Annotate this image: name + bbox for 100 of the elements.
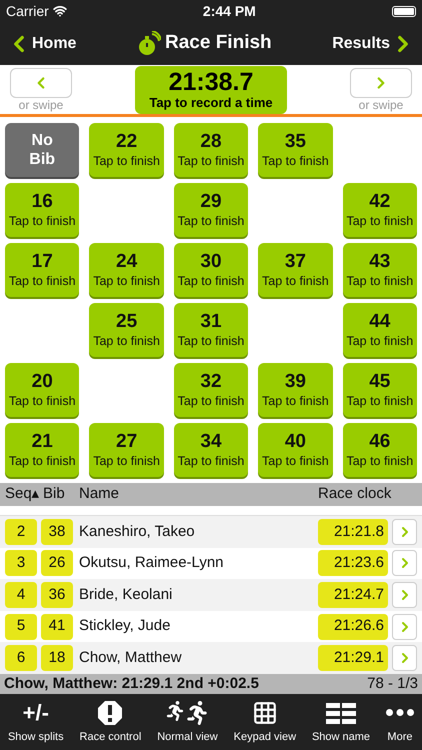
plus-minus-icon: +/-: [22, 700, 49, 726]
tap-hint: Tap to finish: [93, 153, 160, 169]
bib-tile[interactable]: 16 Tap to finish: [5, 183, 80, 237]
battery-icon: [392, 6, 416, 16]
tap-hint: Tap to finish: [8, 453, 76, 469]
column-header[interactable]: Seq▴: [0, 483, 37, 506]
bib-number: 21: [32, 431, 53, 453]
detail-button[interactable]: [392, 582, 417, 608]
stopwatch-icon: [137, 30, 161, 56]
bib-tile[interactable]: 17 Tap to finish: [5, 243, 80, 297]
clock-cell: 21:24.7: [318, 582, 388, 608]
seq-cell: 4: [5, 582, 37, 608]
tap-hint: Tap to finish: [93, 333, 160, 349]
result-count: 78 - 1/3: [367, 674, 418, 694]
name-cell-text: Chow, Matthew: [78, 648, 183, 668]
selected-result: Chow, Matthew: 21:29.1 2nd +0:02.5: [4, 674, 259, 694]
tap-hint: Tap to finish: [178, 153, 244, 169]
detail-button[interactable]: [392, 614, 417, 640]
alert-icon: [97, 700, 124, 726]
screen-title: Race Finish: [165, 31, 272, 56]
tap-hint: Tap to finish: [262, 153, 329, 169]
name-cell-text: Okutsu, Raimee-Lynn: [78, 553, 225, 574]
clock-cell: 21:29.1: [318, 645, 388, 672]
bib-tile[interactable]: 43 Tap to finish: [342, 243, 417, 297]
name-cell-text: Kaneshiro, Takeo: [78, 522, 196, 542]
clock-cell: 21:21.8: [318, 518, 388, 545]
bib-number: 34: [200, 431, 222, 453]
seq-cell: 6: [5, 645, 37, 672]
bib-tile[interactable]: 39 Tap to finish: [258, 363, 333, 417]
swipe-hint: or swipe: [18, 98, 64, 112]
toolbar-button[interactable]: Show name: [312, 698, 370, 746]
bib-tile[interactable]: 32 Tap to finish: [174, 363, 248, 417]
tap-hint: Tap to finish: [178, 333, 244, 349]
bib-number: 27: [116, 431, 138, 453]
bib-cell: 38: [41, 518, 73, 545]
bib-number: 24: [116, 251, 138, 273]
results-button[interactable]: Results: [332, 30, 416, 56]
tap-hint: Tap to finish: [93, 273, 160, 289]
column-header: Bib: [42, 484, 66, 504]
bib-tile[interactable]: 34 Tap to finish: [174, 423, 248, 477]
bib-tile[interactable]: 40 Tap to finish: [258, 423, 333, 477]
clock-cell: 21:26.6: [318, 614, 388, 640]
bib-tile[interactable]: 28 Tap to finish: [174, 123, 248, 177]
bib-number: 29: [200, 191, 222, 213]
tap-hint: Tap to finish: [346, 333, 414, 349]
toolbar-button[interactable]: Keypad view: [234, 698, 296, 746]
tap-hint: Tap to finish: [346, 213, 414, 229]
bib-cell: 18: [41, 645, 73, 672]
bib-number: 45: [369, 371, 390, 393]
tap-hint: Tap to finish: [262, 273, 329, 289]
bib-number: 22: [116, 131, 138, 153]
bib-tile[interactable]: 24 Tap to finish: [89, 243, 164, 297]
bib-cell: 26: [41, 550, 73, 576]
keypad-icon: [252, 700, 278, 726]
toolbar-button[interactable]: Race control: [80, 698, 142, 746]
tap-hint: Tap to finish: [178, 273, 244, 289]
bib-tile[interactable]: 42 Tap to finish: [342, 183, 417, 237]
bib-number: 28: [200, 131, 222, 153]
detail-button[interactable]: [392, 518, 417, 545]
bib-tile[interactable]: 35 Tap to finish: [258, 123, 333, 177]
toolbar-button[interactable]: +/- Show splits: [8, 698, 64, 746]
next-button[interactable]: [350, 68, 412, 98]
tap-hint: Tap to finish: [8, 213, 76, 229]
list-icon: [326, 702, 356, 724]
column-header: Race clock: [318, 484, 392, 504]
bib-cell: 36: [41, 582, 73, 608]
seq-cell: 3: [5, 550, 37, 576]
record-hint: Tap to record a time: [149, 94, 273, 110]
bib-tile[interactable]: 29 Tap to finish: [174, 183, 248, 237]
home-button[interactable]: Home: [6, 30, 76, 56]
bib-number: 40: [284, 431, 306, 453]
bib-tile[interactable]: 30 Tap to finish: [174, 243, 248, 297]
swipe-hint: or swipe: [358, 98, 404, 112]
bib-cell: 41: [41, 614, 73, 640]
bib-tile[interactable]: 25 Tap to finish: [89, 303, 164, 357]
bib-number: 39: [284, 371, 306, 393]
runners-icon: [165, 700, 210, 725]
detail-button[interactable]: [392, 645, 417, 672]
bib-number: 37: [284, 251, 306, 273]
carrier-label: Carrier: [6, 2, 49, 20]
bib-number: 17: [32, 251, 53, 273]
bib-tile[interactable]: 20 Tap to finish: [5, 363, 80, 417]
bib-tile[interactable]: 22 Tap to finish: [89, 123, 164, 177]
bib-tile[interactable]: 44 Tap to finish: [342, 303, 417, 357]
bib-tile[interactable]: 37 Tap to finish: [258, 243, 333, 297]
tap-hint: Tap to finish: [262, 453, 329, 469]
name-cell-text: Stickley, Jude: [78, 616, 172, 636]
bib-tile[interactable]: 46 Tap to finish: [342, 423, 417, 477]
previous-button[interactable]: [10, 68, 72, 98]
bib-tile[interactable]: 27 Tap to finish: [89, 423, 164, 477]
toolbar-button[interactable]: Normal view: [157, 698, 218, 746]
tap-hint: Tap to finish: [346, 273, 414, 289]
bib-tile[interactable]: 21 Tap to finish: [5, 423, 80, 477]
bib-tile[interactable]: 45 Tap to finish: [342, 363, 417, 417]
toolbar-button[interactable]: More: [386, 698, 414, 746]
seq-cell: 2: [5, 518, 37, 545]
no-bib-button[interactable]: No Bib: [5, 123, 80, 177]
record-time-button[interactable]: 21:38.7 Tap to record a time: [135, 66, 287, 114]
detail-button[interactable]: [392, 550, 417, 576]
bib-tile[interactable]: 31 Tap to finish: [174, 303, 248, 357]
